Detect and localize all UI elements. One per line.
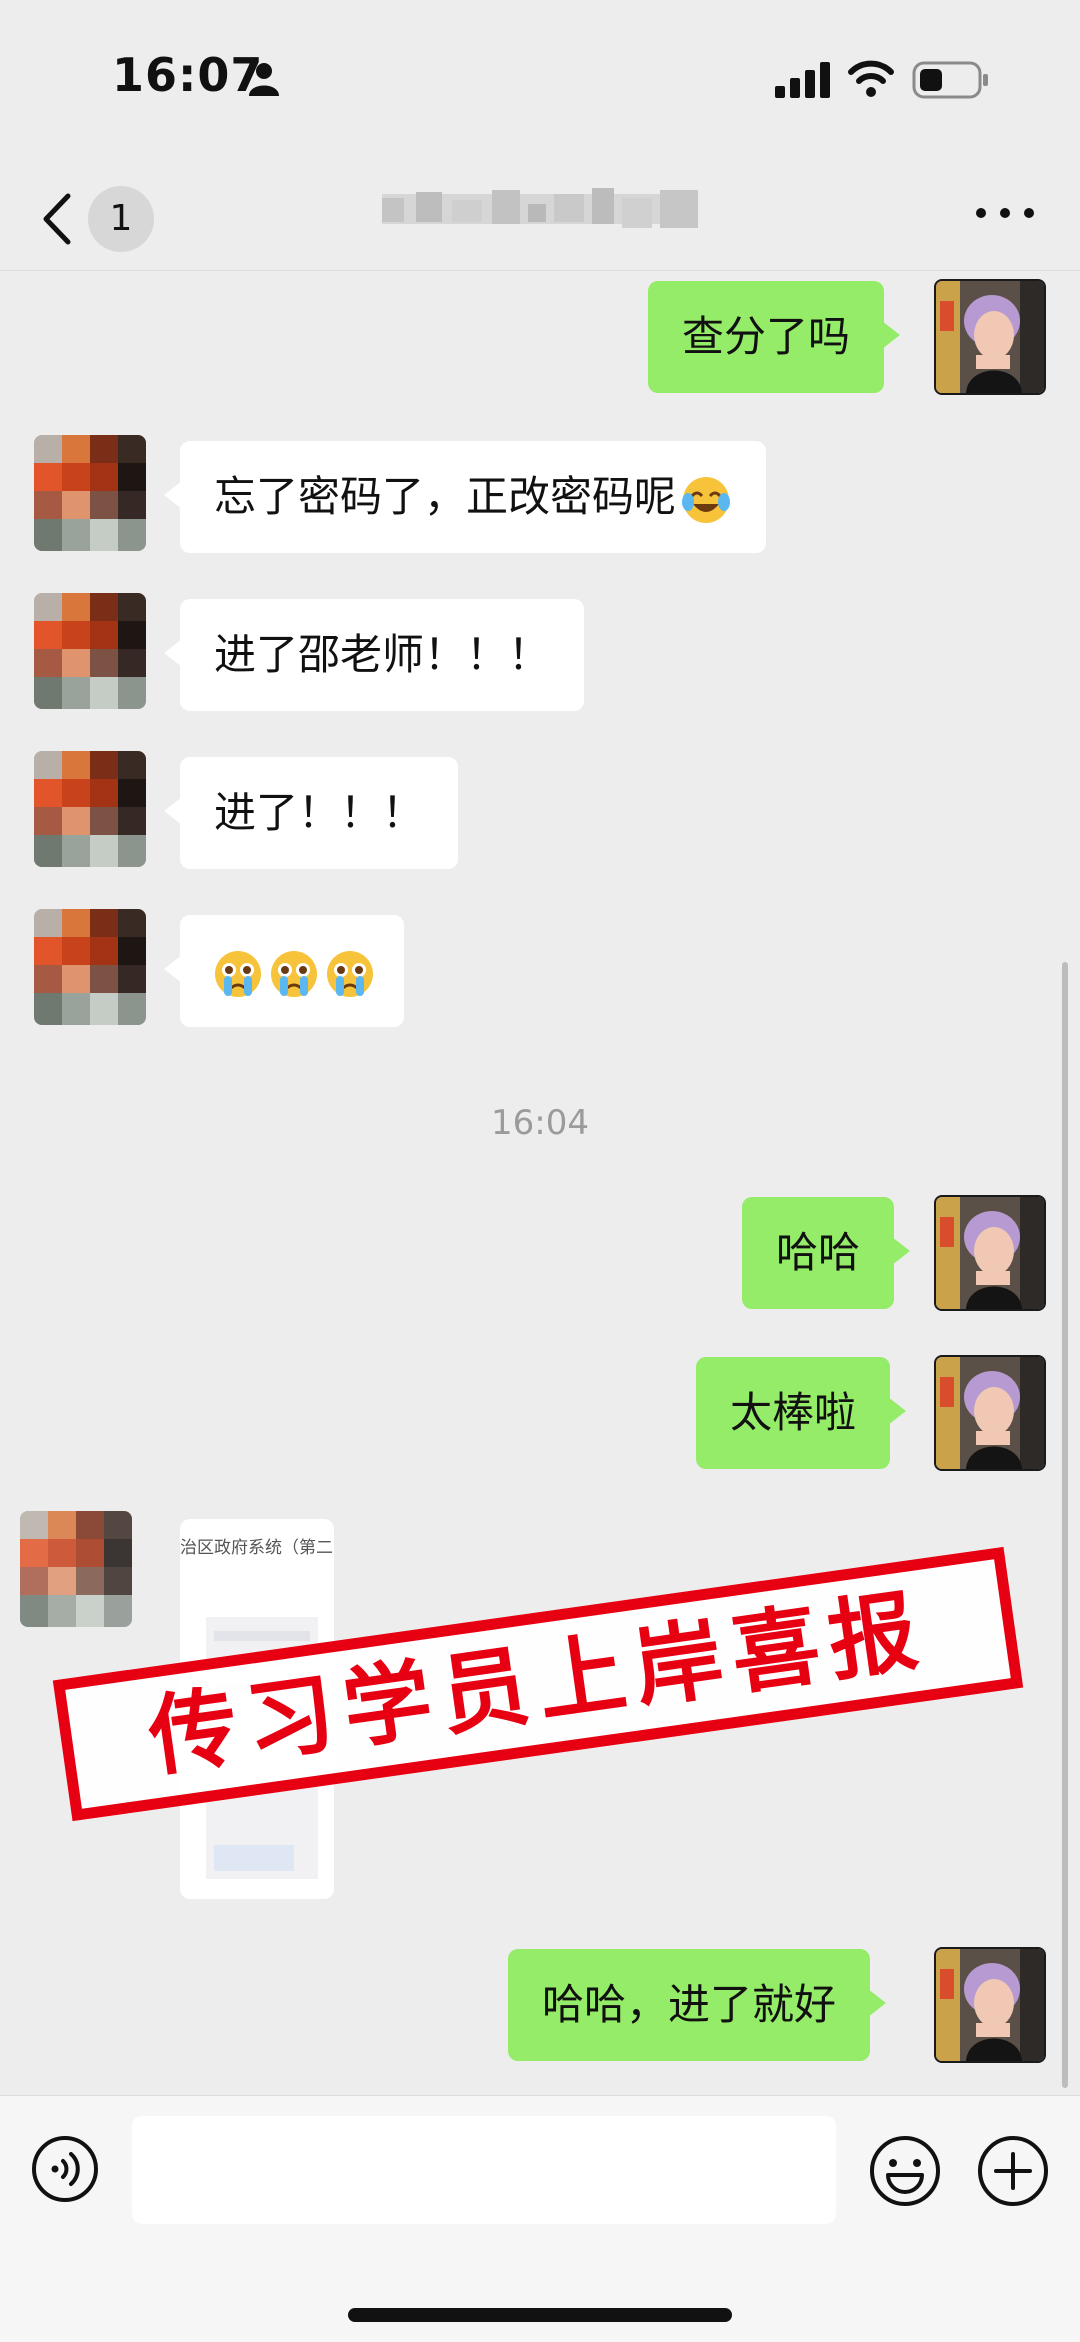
battery-icon	[912, 61, 988, 99]
my-avatar[interactable]	[934, 1355, 1046, 1471]
contact-avatar-pixelated[interactable]	[34, 435, 146, 551]
message-text: 哈哈	[776, 1228, 861, 1277]
chat-message-list[interactable]: 查分了吗 忘了密码了，正改密码呢 进了邵老师！！！ 进了！！！ 16:04 哈哈…	[0, 271, 1080, 2095]
pleading-face-crying-icon	[271, 950, 317, 997]
back-button[interactable]: 1	[38, 184, 168, 254]
incoming-message[interactable]: 忘了密码了，正改密码呢	[163, 441, 767, 553]
message-text-input[interactable]	[132, 2116, 836, 2224]
contact-avatar-pixelated[interactable]	[34, 909, 146, 1025]
outgoing-message[interactable]: 太棒啦	[696, 1357, 907, 1469]
message-text: 太棒啦	[730, 1388, 857, 1437]
message-timestamp: 16:04	[491, 1103, 589, 1143]
wifi-icon	[848, 60, 894, 97]
more-actions-plus-icon[interactable]	[976, 2134, 1050, 2208]
back-chevron-icon	[43, 193, 71, 245]
message-input-bar	[0, 2095, 1080, 2342]
person-icon	[249, 63, 279, 96]
file-card-title: 治区政府系统（第二	[180, 1538, 333, 1558]
message-text: 进了！！！	[214, 788, 425, 837]
outgoing-message[interactable]: 哈哈	[742, 1197, 911, 1309]
incoming-emoji-message[interactable]	[164, 915, 404, 1027]
pleading-face-crying-icon	[215, 950, 261, 997]
chat-scrollbar[interactable]	[1062, 962, 1068, 2088]
my-avatar[interactable]	[934, 279, 1046, 395]
message-text: 查分了吗	[682, 312, 851, 361]
status-time: 16:07	[112, 48, 264, 102]
more-options-icon[interactable]	[972, 198, 1038, 228]
status-bar: 16:07	[0, 0, 1080, 160]
contact-avatar-pixelated[interactable]	[34, 593, 146, 709]
outgoing-message[interactable]: 查分了吗	[648, 281, 901, 393]
voice-input-icon[interactable]	[30, 2134, 100, 2204]
home-indicator[interactable]	[348, 2308, 732, 2322]
outgoing-message[interactable]: 哈哈，进了就好	[508, 1949, 887, 2061]
chat-title-pixelated	[382, 188, 698, 228]
unread-count-badge: 1	[88, 186, 154, 252]
pleading-face-crying-icon	[327, 950, 373, 997]
emoji-picker-icon[interactable]	[868, 2134, 942, 2208]
cellular-signal-icon	[775, 62, 830, 98]
message-text: 哈哈，进了就好	[542, 1980, 837, 2029]
my-avatar[interactable]	[934, 1195, 1046, 1311]
contact-avatar-pixelated[interactable]	[20, 1511, 132, 1627]
message-text: 进了邵老师！！！	[214, 630, 551, 679]
contact-avatar-pixelated[interactable]	[34, 751, 146, 867]
my-avatar[interactable]	[934, 1947, 1046, 2063]
message-text: 忘了密码了，正改密码呢	[214, 472, 677, 521]
chat-nav-bar: 1	[0, 160, 1080, 271]
incoming-message[interactable]: 进了！！！	[163, 757, 459, 869]
incoming-message[interactable]: 进了邵老师！！！	[163, 599, 585, 711]
face-with-tears-of-joy-icon	[682, 476, 731, 523]
